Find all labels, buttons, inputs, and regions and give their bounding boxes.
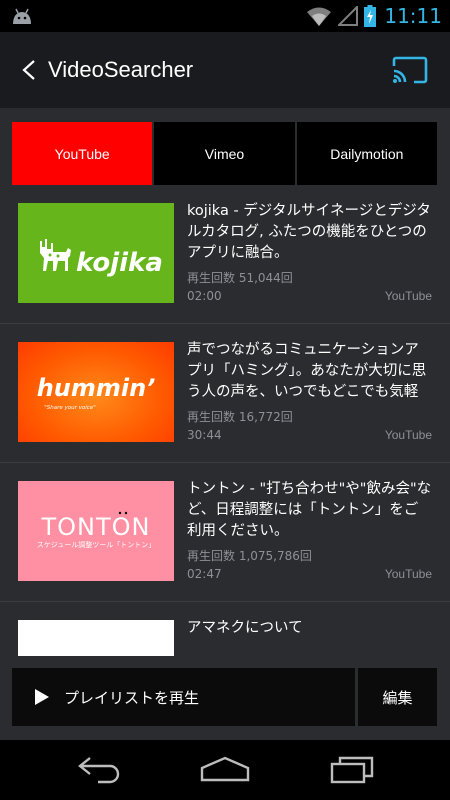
video-views: 再生回数 16,772回 bbox=[187, 410, 293, 424]
video-views: 再生回数 51,044回 bbox=[187, 271, 293, 285]
tab-youtube[interactable]: YouTube bbox=[12, 122, 155, 185]
video-thumbnail[interactable]: TONTON スケジュール調整ツール「トントン」 bbox=[18, 481, 174, 581]
play-icon bbox=[35, 689, 49, 705]
nav-home-icon[interactable] bbox=[200, 754, 250, 784]
play-playlist-button[interactable]: プレイリストを再生 bbox=[12, 668, 355, 726]
video-item[interactable]: kojika kojika - デジタルサイネージとデジタルカタログ, ふたつの… bbox=[0, 185, 450, 324]
video-thumbnail[interactable]: hummin’ "Share your voice" bbox=[18, 342, 174, 442]
main-content: YouTube Vimeo Dailymotion kojika kojika … bbox=[0, 108, 450, 740]
cast-icon[interactable] bbox=[392, 56, 428, 84]
video-duration: 02:47 bbox=[187, 567, 222, 581]
playlist-bar: プレイリストを再生 編集 bbox=[0, 656, 450, 740]
video-title: kojika - デジタルサイネージとデジタルカタログ, ふたつの機能をひとつの… bbox=[187, 203, 431, 261]
nav-back-icon[interactable] bbox=[78, 754, 122, 784]
video-title: アマネクについて bbox=[187, 620, 303, 636]
wifi-icon bbox=[307, 7, 332, 26]
hummin-logo-text: hummin’ bbox=[37, 374, 156, 402]
video-title: トントン - "打ち合わせ"や"飲み会"など、日程調整には「トントン」をご利用く… bbox=[187, 481, 432, 539]
video-item[interactable]: TONTON スケジュール調整ツール「トントン」 トントン - "打ち合わせ"や… bbox=[0, 463, 450, 602]
video-title: 声でつながるコミュニケーションアプリ「ハミング」。あなたが大切に思う人の声を、い… bbox=[187, 342, 427, 400]
battery-icon bbox=[364, 5, 377, 27]
app-title[interactable]: VideoSearcher bbox=[48, 57, 193, 83]
source-tabs: YouTube Vimeo Dailymotion bbox=[12, 122, 437, 185]
video-source: YouTube bbox=[384, 567, 432, 581]
play-playlist-label: プレイリストを再生 bbox=[64, 688, 200, 707]
video-item[interactable]: hummin’ "Share your voice" 声でつながるコミュニケーシ… bbox=[0, 324, 450, 463]
nav-recents-icon[interactable] bbox=[330, 754, 374, 784]
tab-dailymotion[interactable]: Dailymotion bbox=[296, 122, 437, 185]
kojika-logo: kojika bbox=[40, 239, 163, 278]
kojika-logo-text: kojika bbox=[76, 248, 163, 278]
video-views: 再生回数 1,075,786回 bbox=[187, 549, 312, 563]
hummin-logo: hummin’ "Share your voice" bbox=[37, 374, 156, 411]
navigation-bar bbox=[0, 740, 450, 800]
back-chevron-icon[interactable] bbox=[22, 59, 36, 81]
signal-icon bbox=[338, 6, 359, 26]
video-source: YouTube bbox=[384, 289, 432, 303]
hummin-logo-tagline: "Share your voice" bbox=[44, 405, 95, 411]
video-duration: 02:00 bbox=[187, 289, 222, 303]
status-clock: 11:11 bbox=[384, 4, 442, 28]
tonton-logo-text: TONTON bbox=[40, 513, 150, 541]
tab-vimeo[interactable]: Vimeo bbox=[154, 122, 297, 185]
video-source: YouTube bbox=[384, 428, 432, 442]
video-thumbnail[interactable]: kojika bbox=[18, 203, 174, 303]
action-bar: VideoSearcher bbox=[0, 32, 450, 108]
status-bar: 11:11 bbox=[0, 0, 450, 32]
android-icon bbox=[13, 8, 31, 24]
video-duration: 30:44 bbox=[187, 428, 222, 442]
tonton-logo-tagline: スケジュール調整ツール「トントン」 bbox=[37, 540, 156, 549]
edit-button[interactable]: 編集 bbox=[358, 668, 437, 726]
tonton-logo: TONTON スケジュール調整ツール「トントン」 bbox=[37, 511, 156, 549]
